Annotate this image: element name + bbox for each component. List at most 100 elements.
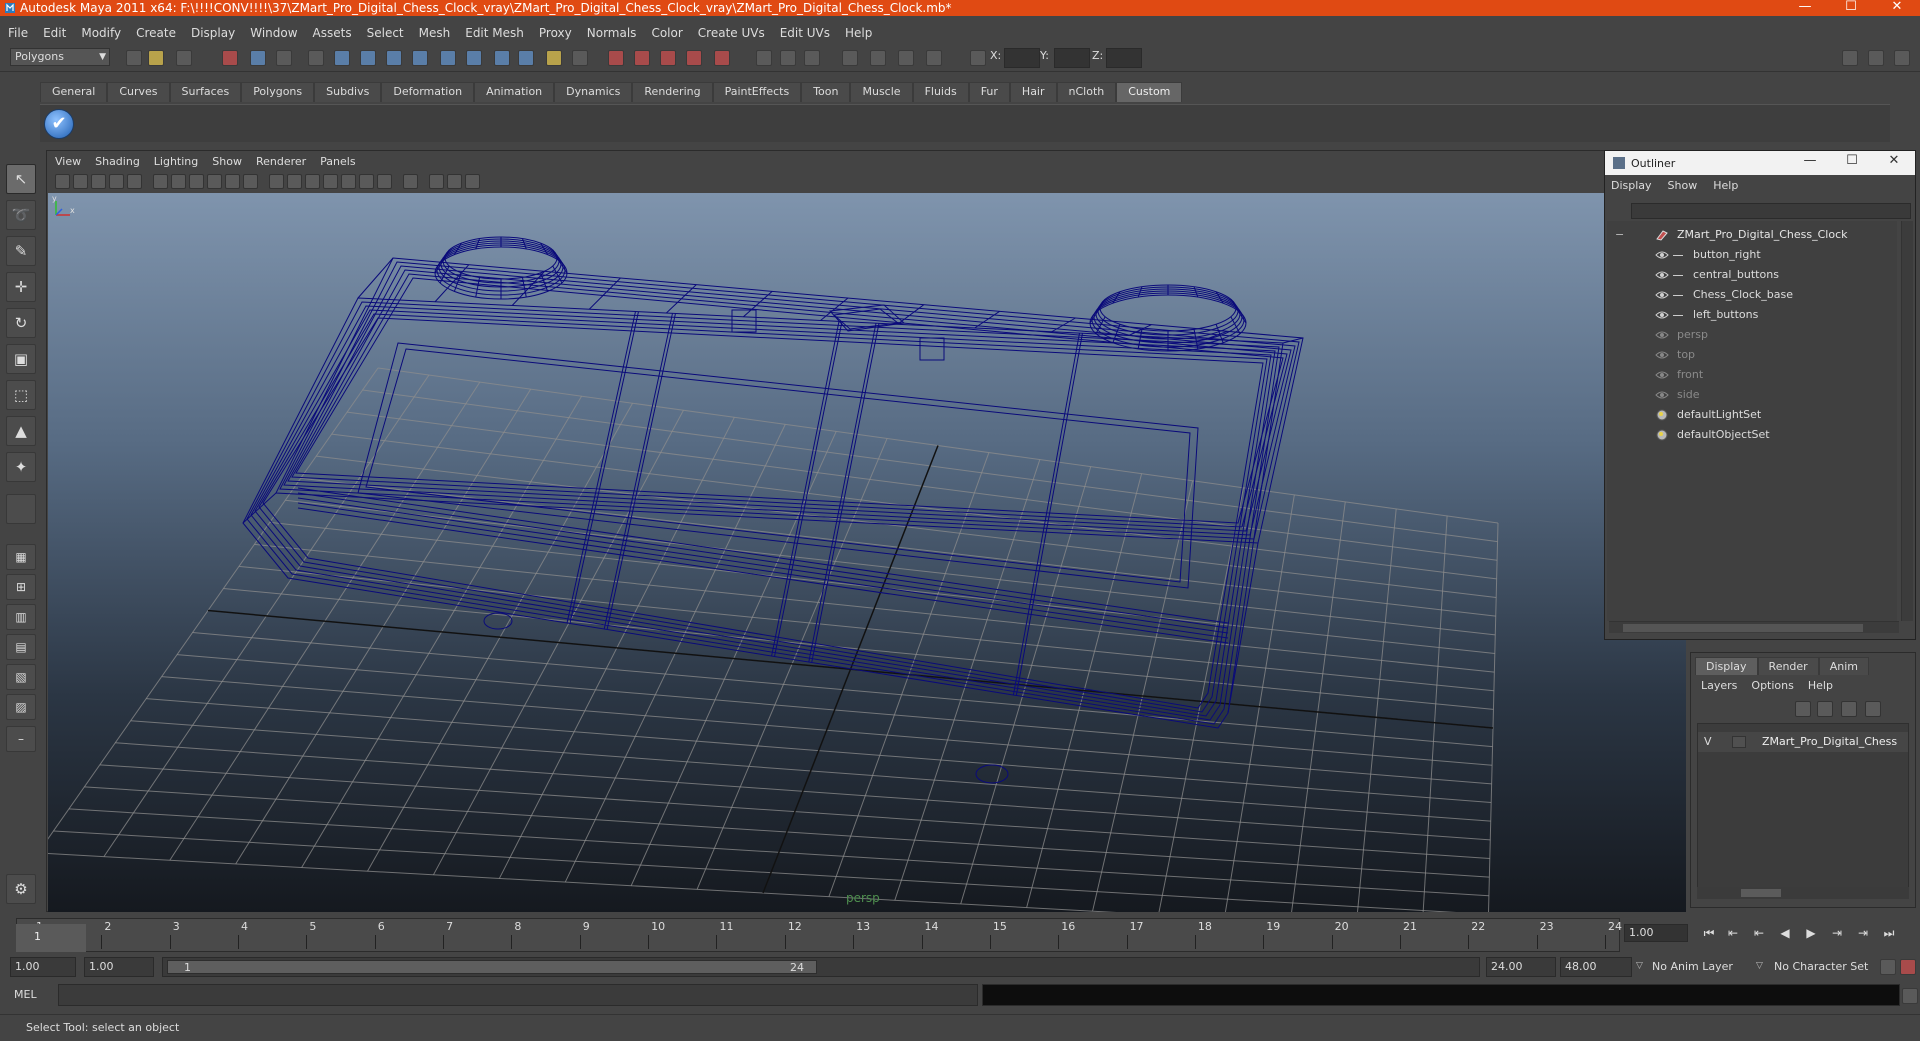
create-empty-layer-icon[interactable]: [1841, 701, 1857, 717]
show-modeling-toolkit-icon[interactable]: [842, 50, 858, 66]
show-channel-panel-icon[interactable]: [1868, 50, 1884, 66]
move-layer-down-icon[interactable]: [1817, 701, 1833, 717]
outliner-menu-display[interactable]: Display: [1611, 179, 1652, 192]
layer-horizontal-scrollbar[interactable]: [1697, 887, 1909, 899]
outliner-item[interactable]: defaultLightSet: [1607, 405, 1897, 425]
current-frame-field[interactable]: 1.00: [1624, 924, 1688, 942]
save-scene-icon[interactable]: [176, 50, 192, 66]
anim-layer-dropdown[interactable]: No Anim Layer: [1652, 957, 1733, 977]
shelf-tab-muscle[interactable]: Muscle: [850, 82, 913, 102]
outliner-item[interactable]: button_right: [1607, 245, 1897, 265]
layer-menu-layers[interactable]: Layers: [1701, 679, 1737, 692]
step-forward-key-button[interactable]: ⇥: [1826, 924, 1848, 942]
collapse-toggle[interactable]: −: [1615, 225, 1624, 245]
show-graph-editor-icon[interactable]: [926, 50, 942, 66]
command-input[interactable]: [58, 984, 978, 1006]
shelf-tab-fur[interactable]: Fur: [968, 82, 1010, 102]
menu-select[interactable]: Select: [367, 26, 404, 40]
outliner-menu-show[interactable]: Show: [1668, 179, 1698, 192]
menu-modify[interactable]: Modify: [81, 26, 121, 40]
new-scene-icon[interactable]: [126, 50, 142, 66]
render-frame-icon[interactable]: [608, 50, 624, 66]
step-back-key-button[interactable]: ⇤: [1748, 924, 1770, 942]
mask-dropdown-icon[interactable]: [308, 50, 324, 66]
go-to-end-button[interactable]: ⏭: [1878, 924, 1900, 942]
playback-end-field[interactable]: 24.00: [1486, 957, 1556, 977]
shelf-tab-subdivs[interactable]: Subdivs: [314, 82, 382, 102]
menu-display[interactable]: Display: [191, 26, 235, 40]
panel-menu-lighting[interactable]: Lighting: [154, 155, 198, 168]
menu-edit-mesh[interactable]: Edit Mesh: [465, 26, 524, 40]
panel-menu-show[interactable]: Show: [212, 155, 242, 168]
current-time-marker[interactable]: 1: [16, 924, 86, 952]
wireframe-icon[interactable]: [153, 174, 168, 189]
xray-joints-icon[interactable]: [305, 174, 320, 189]
xray-icon[interactable]: [287, 174, 302, 189]
z-field[interactable]: [1106, 48, 1142, 68]
soft-modification-icon[interactable]: ▲: [6, 416, 36, 446]
select-tool-icon[interactable]: ↖: [6, 164, 36, 194]
range-track[interactable]: 1 24: [162, 957, 1480, 977]
smooth-shade-icon[interactable]: [171, 174, 186, 189]
shadows-icon[interactable]: [243, 174, 258, 189]
frame-all-icon[interactable]: [429, 174, 444, 189]
shelf-tab-rendering[interactable]: Rendering: [632, 82, 713, 102]
shelf-tab-general[interactable]: General: [40, 82, 108, 102]
layer-row[interactable]: V ZMart_Pro_Digital_Chess: [1698, 732, 1908, 752]
shelf-tab-polygons[interactable]: Polygons: [241, 82, 315, 102]
snap-curve-icon[interactable]: [360, 50, 376, 66]
outliner-close-button[interactable]: ✕: [1879, 153, 1909, 168]
outliner-menu-help[interactable]: Help: [1713, 179, 1738, 192]
move-tool-icon[interactable]: ✛: [6, 272, 36, 302]
shelf-tab-deformation[interactable]: Deformation: [381, 82, 475, 102]
single-perspective-layout-icon[interactable]: ▦: [6, 544, 36, 570]
show-outliner-icon[interactable]: [870, 50, 886, 66]
go-to-start-button[interactable]: ⏮: [1698, 924, 1720, 942]
scale-tool-icon[interactable]: ▣: [6, 344, 36, 374]
show-tool-settings-icon[interactable]: [780, 50, 796, 66]
magnet-icon[interactable]: [546, 50, 562, 66]
outliner-filter-field[interactable]: [1631, 203, 1911, 219]
play-backwards-button[interactable]: ◀: [1774, 924, 1796, 942]
animation-end-field[interactable]: 48.00: [1560, 957, 1632, 977]
menu-edit[interactable]: Edit: [43, 26, 66, 40]
snap-grid-icon[interactable]: [334, 50, 350, 66]
wireframe-on-shaded-icon[interactable]: [189, 174, 204, 189]
rotate-tool-icon[interactable]: ↻: [6, 308, 36, 338]
panel-menu-panels[interactable]: Panels: [320, 155, 355, 168]
shelf-tab-surfaces[interactable]: Surfaces: [169, 82, 242, 102]
shelf-tab-animation[interactable]: Animation: [474, 82, 555, 102]
input-ops-icon[interactable]: [466, 50, 482, 66]
open-scene-icon[interactable]: [148, 50, 164, 66]
show-manipulator-icon[interactable]: ✦: [6, 452, 36, 482]
menu-color[interactable]: Color: [651, 26, 682, 40]
four-view-layout-icon[interactable]: ⊞: [6, 574, 36, 600]
shelf-tab-custom[interactable]: Custom: [1116, 82, 1183, 102]
select-component-icon[interactable]: [276, 50, 292, 66]
textured-icon[interactable]: [207, 174, 222, 189]
play-forwards-button[interactable]: ▶: [1800, 924, 1822, 942]
ambient-light-icon[interactable]: [359, 174, 374, 189]
shelf-tab-hair[interactable]: Hair: [1009, 82, 1057, 102]
step-forward-frame-button[interactable]: ⇥: [1852, 924, 1874, 942]
select-camera-icon[interactable]: [403, 174, 418, 189]
layer-menu-options[interactable]: Options: [1751, 679, 1793, 692]
persp-outliner-layout-icon[interactable]: ▥: [6, 604, 36, 630]
show-hypergraph-icon[interactable]: [898, 50, 914, 66]
move-layer-up-icon[interactable]: [1795, 701, 1811, 717]
outliner-maximize-button[interactable]: ☐: [1837, 153, 1867, 168]
layer-color-swatch[interactable]: [1732, 736, 1746, 748]
menu-create[interactable]: Create: [136, 26, 176, 40]
x-field[interactable]: [1004, 48, 1040, 68]
persp-graph-layout-icon[interactable]: ▤: [6, 634, 36, 660]
animation-preferences-icon[interactable]: [1900, 959, 1916, 975]
camera-attributes-icon[interactable]: [73, 174, 88, 189]
lasso-tool-icon[interactable]: ➰: [6, 200, 36, 230]
outliner-item[interactable]: persp: [1607, 325, 1897, 345]
outliner-item[interactable]: left_buttons: [1607, 305, 1897, 325]
absolute-transform-icon[interactable]: [970, 50, 986, 66]
command-language-label[interactable]: MEL: [14, 988, 58, 1001]
universal-manipulator-icon[interactable]: ⬚: [6, 380, 36, 410]
bookmark-icon[interactable]: [91, 174, 106, 189]
viewport-canvas[interactable]: x y persp: [48, 193, 1686, 912]
